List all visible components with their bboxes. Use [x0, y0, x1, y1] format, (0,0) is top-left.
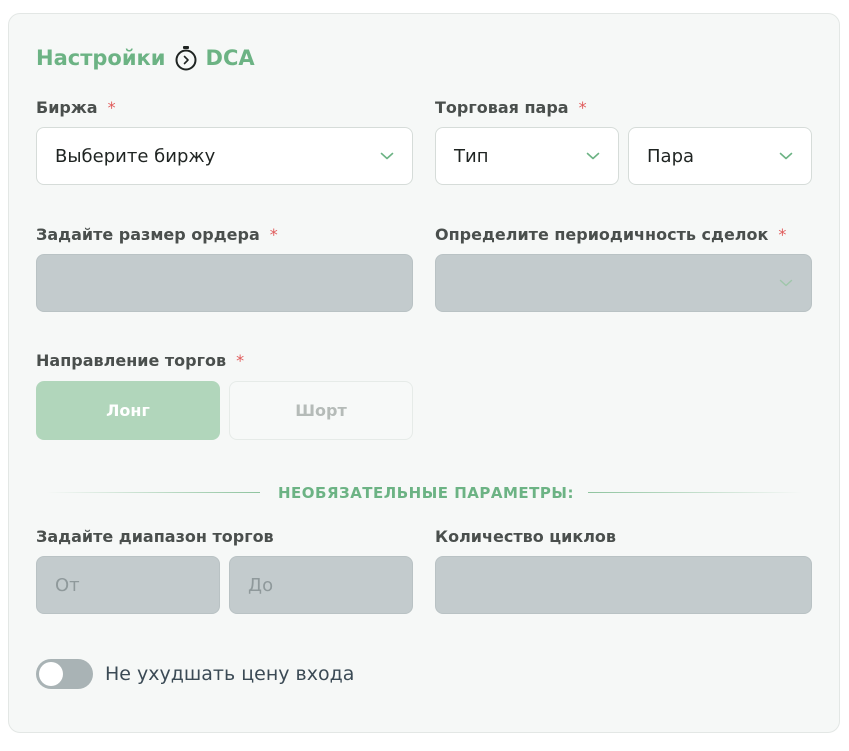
- required-mark: *: [236, 350, 245, 370]
- exchange-select-value: Выберите биржу: [55, 145, 216, 167]
- required-mark: *: [269, 224, 278, 244]
- cycles-label-text: Количество циклов: [435, 526, 617, 546]
- toggle-knob: [39, 662, 63, 686]
- exchange-label: Биржа *: [36, 96, 116, 118]
- range-label: Задайте диапазон торгов: [36, 525, 274, 547]
- trading-pair-label-text: Торговая пара: [435, 97, 569, 117]
- chevron-down-icon: [779, 152, 793, 160]
- trading-pair-label: Торговая пара *: [435, 96, 587, 118]
- required-mark: *: [578, 97, 587, 117]
- short-button[interactable]: Шорт: [229, 381, 413, 440]
- divider-right: [588, 492, 802, 493]
- frequency-select[interactable]: [435, 254, 812, 312]
- cycles-input[interactable]: [435, 556, 812, 614]
- long-button[interactable]: Лонг: [36, 381, 220, 440]
- order-size-input[interactable]: [36, 254, 413, 312]
- optional-params-heading: НЕОБЯЗАТЕЛЬНЫЕ ПАРАМЕТРЫ:: [278, 484, 574, 502]
- dca-settings-panel: [8, 13, 840, 733]
- required-mark: *: [778, 224, 787, 244]
- cycles-label: Количество циклов: [435, 525, 616, 547]
- divider-left: [46, 492, 260, 493]
- exchange-label-text: Биржа: [36, 97, 98, 117]
- order-size-label: Задайте размер ордера *: [36, 223, 278, 245]
- no-worse-entry-label: Не ухудшать цену входа: [105, 663, 355, 685]
- direction-label-text: Направление торгов: [36, 350, 227, 370]
- frequency-label: Определите периодичность сделок *: [435, 223, 786, 245]
- title-suffix: DCA: [205, 46, 255, 70]
- pair-value: Пара: [647, 145, 695, 167]
- page-title: Настройки DCA: [36, 44, 255, 72]
- range-to-placeholder: До: [248, 574, 274, 596]
- no-worse-entry-toggle[interactable]: [36, 659, 93, 689]
- stopwatch-icon: [175, 46, 197, 71]
- chevron-down-icon: [586, 152, 600, 160]
- chevron-down-icon: [380, 152, 394, 160]
- pair-type-select[interactable]: Тип: [435, 127, 619, 185]
- order-size-label-text: Задайте размер ордера: [36, 224, 260, 244]
- exchange-select[interactable]: Выберите биржу: [36, 127, 413, 185]
- range-from-placeholder: От: [55, 574, 80, 596]
- chevron-down-icon: [779, 279, 793, 287]
- frequency-label-text: Определите периодичность сделок: [435, 224, 769, 244]
- title-text: Настройки: [36, 46, 166, 70]
- required-mark: *: [107, 97, 116, 117]
- range-label-text: Задайте диапазон торгов: [36, 526, 274, 546]
- direction-label: Направление торгов *: [36, 349, 244, 371]
- pair-select[interactable]: Пара: [628, 127, 812, 185]
- pair-type-value: Тип: [454, 145, 489, 167]
- range-from-input[interactable]: От: [36, 556, 220, 614]
- range-to-input[interactable]: До: [229, 556, 413, 614]
